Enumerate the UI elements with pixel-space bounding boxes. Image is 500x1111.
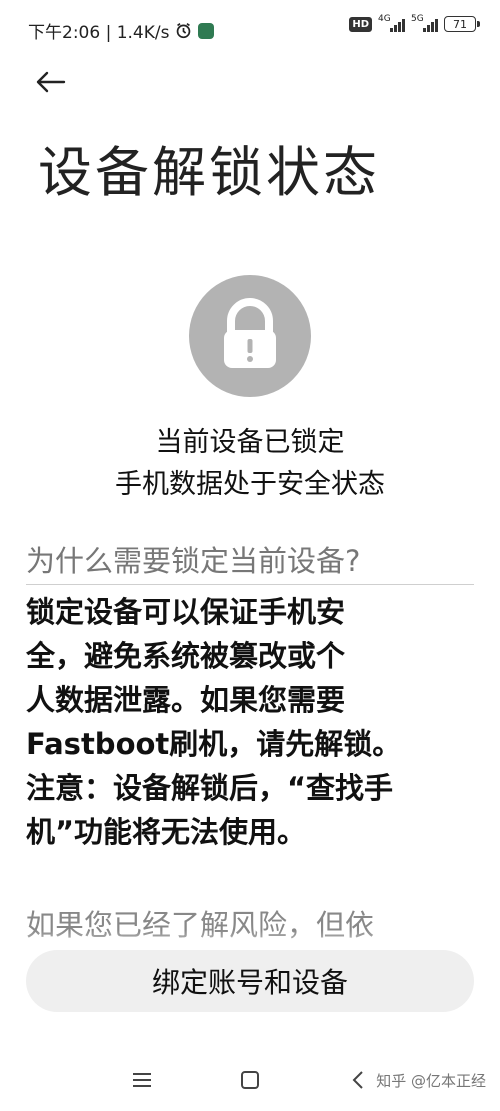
menu-button[interactable] bbox=[122, 1060, 162, 1100]
status-bar: 下午2:06 | 1.4K/s HD 4G 5G 71 bbox=[0, 0, 500, 56]
battery-icon: 71 bbox=[444, 16, 480, 32]
system-nav-bar: 知乎 @亿本正经 bbox=[0, 1050, 500, 1111]
explanation-line: 注意：设备解锁后，“查找手 bbox=[26, 771, 394, 805]
signal-4g-icon: 4G bbox=[378, 14, 405, 32]
page-title: 设备解锁状态 bbox=[38, 141, 380, 204]
lock-icon bbox=[224, 298, 276, 368]
status-left: 下午2:06 | 1.4K/s bbox=[28, 18, 215, 43]
divider bbox=[26, 584, 474, 585]
alarm-icon bbox=[177, 22, 191, 39]
status-time-speed: 下午2:06 | 1.4K/s bbox=[28, 23, 170, 43]
explanation-line: 机”功能将无法使用。 bbox=[26, 815, 307, 849]
lock-status-line-2: 手机数据处于安全状态 bbox=[115, 469, 385, 500]
chevron-left-icon bbox=[352, 1071, 363, 1089]
signal-5g-icon: 5G bbox=[411, 14, 438, 32]
lock-status-line-1: 当前设备已锁定 bbox=[155, 427, 345, 458]
app-notification-icon bbox=[198, 22, 215, 39]
home-square-icon bbox=[241, 1071, 259, 1089]
explanation-text: 锁定设备可以保证手机安 全，避免系统被篡改或个 人数据泄露。如果您需要 Fast… bbox=[26, 590, 446, 854]
question-title: 为什么需要锁定当前设备? bbox=[26, 544, 361, 578]
home-button[interactable] bbox=[230, 1060, 270, 1100]
status-right: HD 4G 5G 71 bbox=[349, 14, 480, 32]
back-arrow-icon bbox=[36, 71, 66, 93]
menu-icon bbox=[133, 1073, 151, 1087]
explanation-line: 人数据泄露。如果您需要 bbox=[26, 683, 346, 717]
watermark: 知乎 @亿本正经 bbox=[376, 1072, 486, 1090]
explanation-line: 锁定设备可以保证手机安 bbox=[26, 595, 346, 629]
nav-back-button[interactable] bbox=[338, 1060, 378, 1100]
back-button[interactable] bbox=[30, 62, 70, 102]
bind-account-device-button[interactable]: 绑定账号和设备 bbox=[26, 950, 474, 1012]
explanation-line: Fastboot刷机，请先解锁。 bbox=[26, 727, 402, 761]
lock-status-badge bbox=[189, 275, 311, 397]
hd-voice-icon: HD bbox=[349, 16, 372, 32]
explanation-line: 全，避免系统被篡改或个 bbox=[26, 639, 346, 673]
